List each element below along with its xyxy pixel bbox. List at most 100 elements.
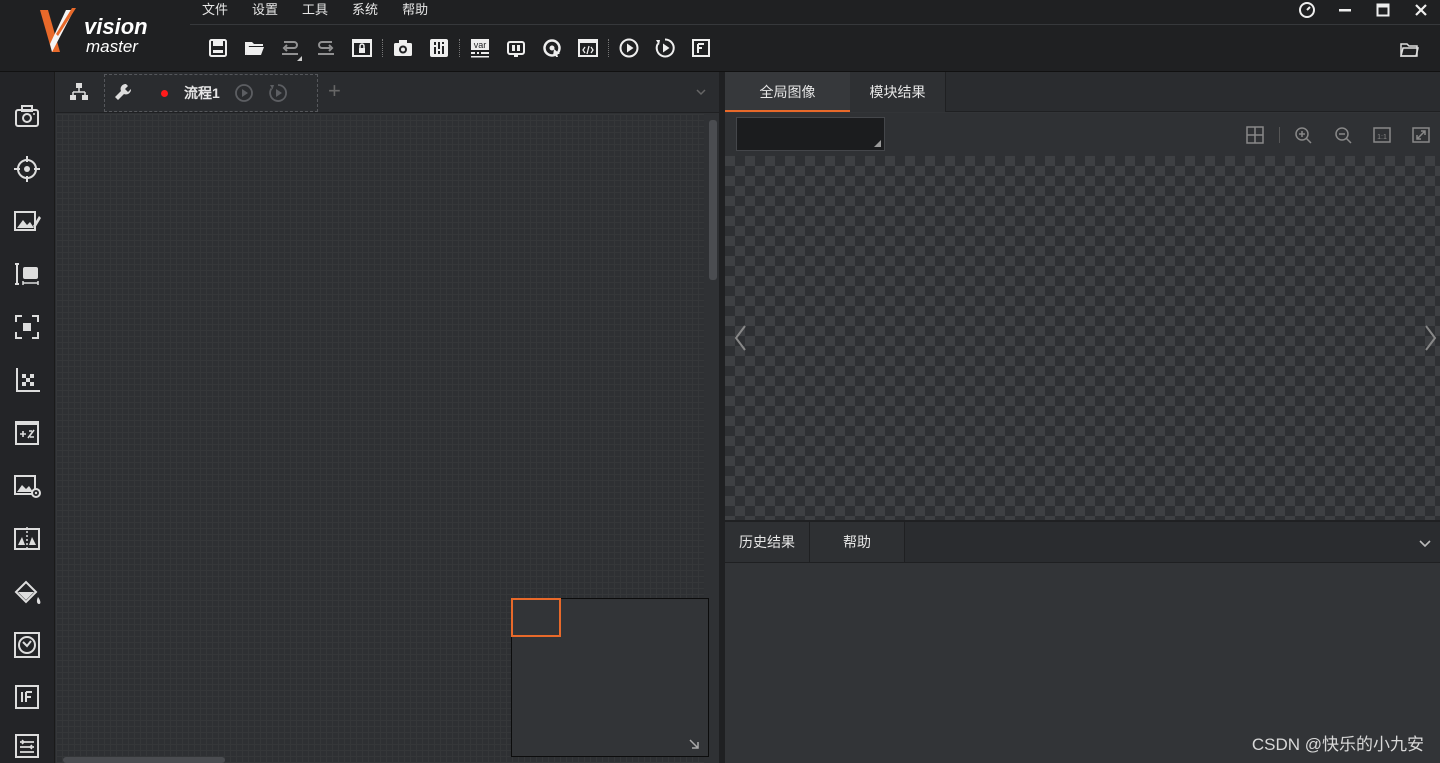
calibration-icon xyxy=(16,368,40,392)
open-button[interactable] xyxy=(236,32,272,64)
sidebar-recognition[interactable] xyxy=(10,310,44,344)
sidebar-operation[interactable] xyxy=(10,416,44,450)
frontend-button[interactable] xyxy=(683,32,719,64)
save-icon xyxy=(209,39,227,57)
frontend-icon xyxy=(692,39,710,57)
flow-run-once-icon[interactable] xyxy=(234,83,254,103)
undo-dropdown-arrow[interactable] xyxy=(297,56,302,61)
tab-module-result[interactable]: 模块结果 xyxy=(850,72,946,112)
flow-run-continuous-icon[interactable] xyxy=(268,83,288,103)
title-bar: vision master 文件 设置 工具 系统 帮助 var xyxy=(0,0,1440,72)
sidebar-logic-tools[interactable] xyxy=(10,680,44,714)
sidebar-color-processing[interactable] xyxy=(10,522,44,556)
mirror-image-icon xyxy=(14,527,40,551)
add-process-button[interactable]: + xyxy=(328,80,341,102)
run-continuous-button[interactable] xyxy=(647,32,683,64)
canvas-minimap[interactable] xyxy=(511,598,709,757)
sidebar-positioning[interactable] xyxy=(10,152,44,186)
tool-sidebar xyxy=(0,72,55,763)
controller-manager-button[interactable] xyxy=(421,32,457,64)
prev-image-icon[interactable] xyxy=(731,323,751,353)
global-script-button[interactable] xyxy=(570,32,606,64)
sidebar-image-acquisition[interactable] xyxy=(10,99,44,133)
sidebar-defect-detection[interactable] xyxy=(10,575,44,609)
variable-icon: var xyxy=(471,39,489,58)
adjust-list-icon xyxy=(15,734,39,758)
maximize-button[interactable] xyxy=(1364,0,1402,20)
communication-manager-button[interactable] xyxy=(498,32,534,64)
next-image-icon[interactable] xyxy=(1420,323,1440,353)
svg-text:var: var xyxy=(474,40,487,50)
toolbar-separator xyxy=(459,39,460,57)
lock-screen-button[interactable] xyxy=(344,32,380,64)
image-source-select[interactable] xyxy=(736,117,885,151)
resize-arrow-icon[interactable] xyxy=(688,738,700,750)
run-once-icon xyxy=(619,38,639,58)
zoom-out-icon[interactable] xyxy=(1333,125,1353,145)
hierarchy-icon xyxy=(70,83,88,100)
menu-bar: 文件 设置 工具 系统 帮助 xyxy=(190,0,440,22)
menu-system[interactable]: 系统 xyxy=(340,0,390,22)
sidebar-image-generation[interactable] xyxy=(10,469,44,503)
horizontal-scrollbar[interactable] xyxy=(63,757,225,763)
tab-process-label: 流程1 xyxy=(184,85,220,101)
save-button[interactable] xyxy=(200,32,236,64)
run-continuous-icon xyxy=(655,38,675,58)
global-trigger-button[interactable] xyxy=(534,32,570,64)
menu-help[interactable]: 帮助 xyxy=(390,0,440,22)
sidebar-calibration[interactable] xyxy=(10,363,44,397)
if-icon xyxy=(15,685,39,709)
open-folder-icon xyxy=(245,42,264,55)
undo-button[interactable] xyxy=(272,32,308,64)
menu-file[interactable]: 文件 xyxy=(190,0,240,22)
watermark-text: CSDN @快乐的小九安 xyxy=(1251,735,1424,754)
grid-layout-icon[interactable] xyxy=(1245,125,1265,145)
status-dot xyxy=(161,89,168,97)
maximize-icon xyxy=(1376,3,1390,17)
focus-frame-icon xyxy=(15,315,39,339)
actual-size-icon[interactable]: 1:1 xyxy=(1372,125,1392,145)
sidebar-image-processing[interactable] xyxy=(10,204,44,238)
camera-manager-button[interactable] xyxy=(385,32,421,64)
image-toolbar-separator xyxy=(1279,127,1280,143)
vertical-scrollbar[interactable] xyxy=(709,120,717,280)
sidebar-deep-learning[interactable] xyxy=(10,628,44,662)
paint-bucket-icon xyxy=(14,580,41,604)
close-icon xyxy=(1415,4,1427,16)
variable-manager-button[interactable]: var xyxy=(462,32,498,64)
svg-text:1:1: 1:1 xyxy=(1377,134,1387,141)
menu-tools[interactable]: 工具 xyxy=(290,0,340,22)
app-window: vision master 文件 设置 工具 系统 帮助 var 流程1 + 全… xyxy=(0,0,1440,763)
tab-global-image[interactable]: 全局图像 xyxy=(725,72,850,112)
badge-icon xyxy=(14,632,40,658)
clock-button[interactable] xyxy=(1288,0,1326,20)
zoom-in-icon[interactable] xyxy=(1293,125,1313,145)
chevron-down-icon[interactable] xyxy=(1418,536,1432,550)
process-manager-button[interactable] xyxy=(68,81,90,103)
redo-button[interactable] xyxy=(308,32,344,64)
minimize-icon xyxy=(1339,9,1351,12)
tab-help[interactable]: 帮助 xyxy=(810,522,905,562)
camera-icon xyxy=(394,40,412,56)
minimize-button[interactable] xyxy=(1326,0,1364,20)
image-tab-bar: 全局图像 模块结果 xyxy=(725,72,1440,112)
toolbar-separator xyxy=(608,39,609,57)
close-button[interactable] xyxy=(1402,0,1440,20)
camera-outline-icon xyxy=(15,105,39,127)
script-icon xyxy=(578,39,598,57)
tab-history-result[interactable]: 历史结果 xyxy=(725,522,810,562)
global-trigger-icon xyxy=(543,39,561,57)
open-solution-folder-button[interactable] xyxy=(1398,38,1420,60)
result-content-area: CSDN @快乐的小九安 xyxy=(725,563,1440,763)
chevron-down-icon[interactable] xyxy=(695,86,707,98)
tab-process-1[interactable]: 流程1 xyxy=(104,74,318,112)
sidebar-communication[interactable] xyxy=(10,729,44,763)
minimap-viewport[interactable] xyxy=(511,598,561,637)
run-once-button[interactable] xyxy=(611,32,647,64)
image-edit-icon xyxy=(14,211,41,231)
sidebar-measurement[interactable] xyxy=(10,257,44,291)
fit-window-icon[interactable] xyxy=(1411,125,1431,145)
menu-settings[interactable]: 设置 xyxy=(240,0,290,22)
image-viewer[interactable] xyxy=(725,156,1440,520)
lock-screen-icon xyxy=(352,39,372,57)
